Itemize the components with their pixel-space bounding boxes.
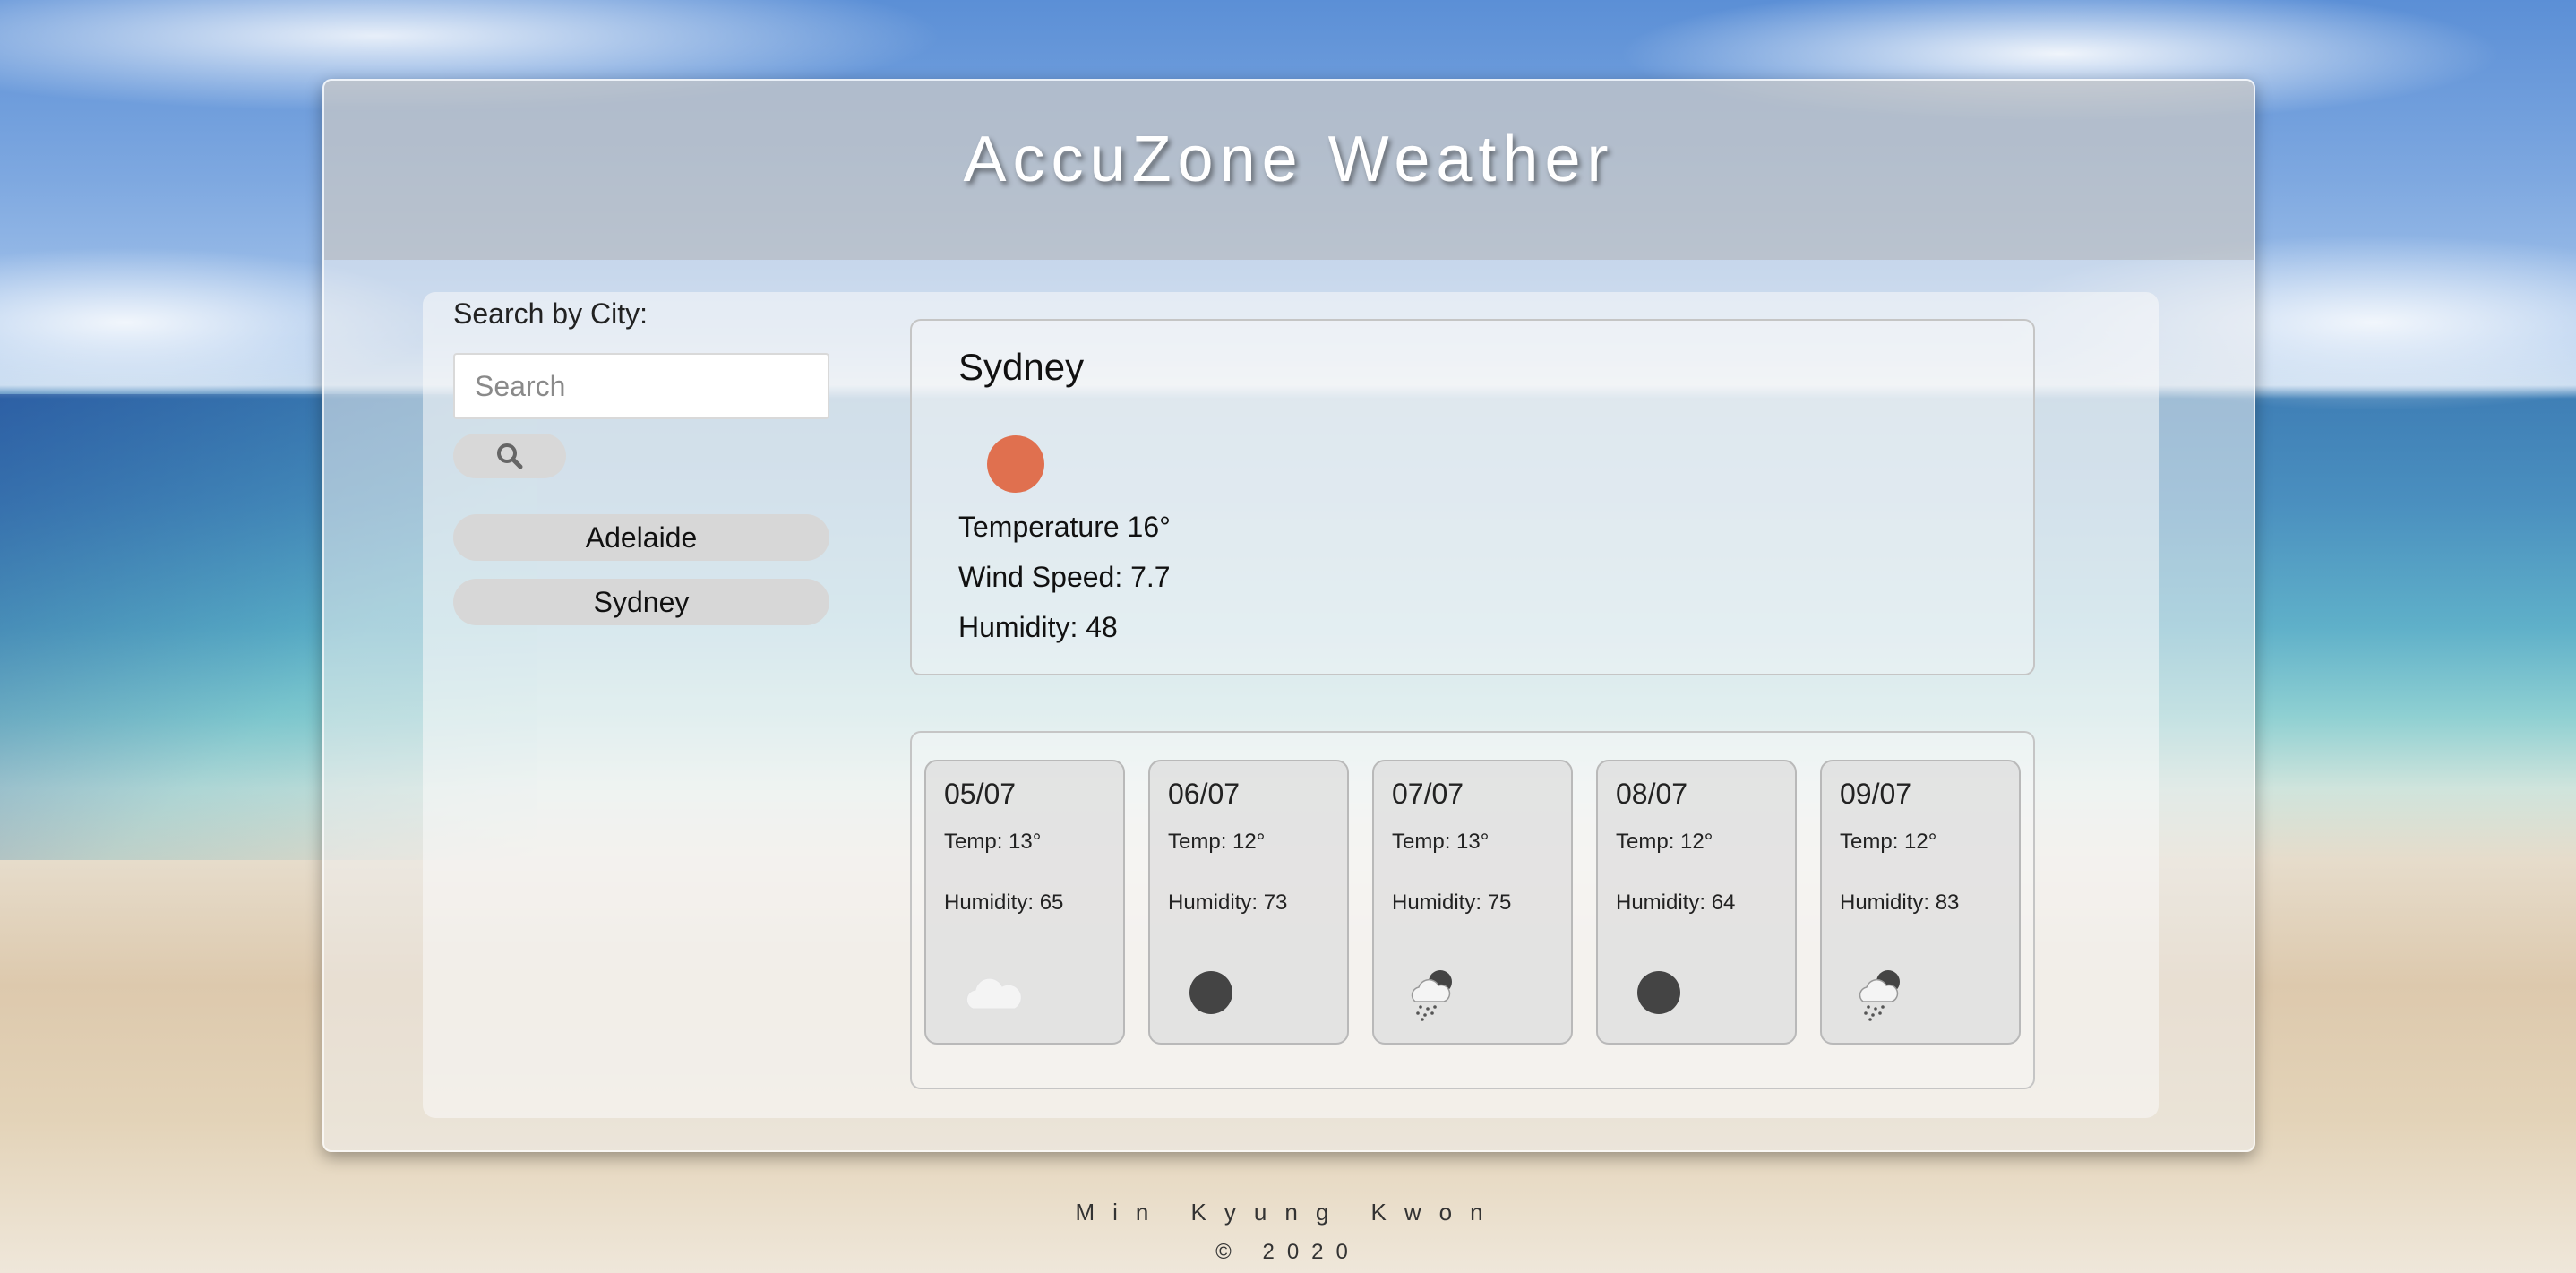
search-icon xyxy=(497,443,523,469)
forecast-temp: Temp: 12° xyxy=(1616,830,1713,854)
content-panel: Search by City: Adelaide Sydney Sydney T… xyxy=(423,292,2159,1118)
forecast-date: 07/07 xyxy=(1392,778,1464,810)
sun-icon xyxy=(987,435,1044,493)
forecast-date: 09/07 xyxy=(1840,778,1912,810)
forecast-humidity: Humidity: 73 xyxy=(1168,890,1288,915)
forecast-humidity: Humidity: 83 xyxy=(1840,890,1960,915)
current-city-name: Sydney xyxy=(958,346,1085,388)
rain-cloud-icon xyxy=(1859,970,1900,1021)
current-weather-card: Sydney Temperature 16° Wind Speed: 7.7 H… xyxy=(910,319,2035,675)
current-humidity: Humidity: 48 xyxy=(958,611,1118,643)
forecast-date: 05/07 xyxy=(944,778,1017,810)
search-input[interactable] xyxy=(453,353,829,419)
forecast-humidity: Humidity: 75 xyxy=(1392,890,1512,915)
forecast-panel: 05/07 Temp: 13° Humidity: 65 06/07 Temp:… xyxy=(910,731,2035,1089)
forecast-temp: Temp: 12° xyxy=(1840,830,1937,854)
forecast-temp: Temp: 12° xyxy=(1168,830,1266,854)
history-city-button[interactable]: Sydney xyxy=(453,579,829,625)
header: AccuZone Weather xyxy=(324,81,2254,260)
search-button[interactable] xyxy=(453,434,566,478)
moon-icon xyxy=(1189,971,1232,1014)
forecast-humidity: Humidity: 65 xyxy=(944,890,1064,915)
history-city-button[interactable]: Adelaide xyxy=(453,514,829,561)
forecast-date: 06/07 xyxy=(1168,778,1241,810)
footer-author: Min Kyung Kwon xyxy=(1075,1199,1501,1226)
forecast-date: 08/07 xyxy=(1616,778,1688,810)
search-label: Search by City: xyxy=(453,297,648,330)
forecast-temp: Temp: 13° xyxy=(1392,830,1490,854)
moon-icon xyxy=(1637,971,1680,1014)
forecast-day-card: 09/07 Temp: 12° Humidity: 83 xyxy=(1820,760,2021,1045)
forecast-day-card: 06/07 Temp: 12° Humidity: 73 xyxy=(1148,760,1349,1045)
main-panel: AccuZone Weather Search by City: Adelaid… xyxy=(322,79,2255,1152)
app-title: AccuZone Weather xyxy=(963,124,1615,195)
footer-copyright: © 2020 xyxy=(1215,1240,1361,1264)
forecast-day-card: 07/07 Temp: 13° Humidity: 75 xyxy=(1372,760,1573,1045)
forecast-humidity: Humidity: 64 xyxy=(1616,890,1736,915)
forecast-day-card: 08/07 Temp: 12° Humidity: 64 xyxy=(1596,760,1797,1045)
current-wind-speed: Wind Speed: 7.7 xyxy=(958,561,1171,593)
rain-cloud-icon xyxy=(1411,970,1452,1021)
current-temperature: Temperature 16° xyxy=(958,511,1171,543)
forecast-temp: Temp: 13° xyxy=(944,830,1042,854)
forecast-day-card: 05/07 Temp: 13° Humidity: 65 xyxy=(924,760,1125,1045)
cloud-icon xyxy=(966,977,1022,1010)
